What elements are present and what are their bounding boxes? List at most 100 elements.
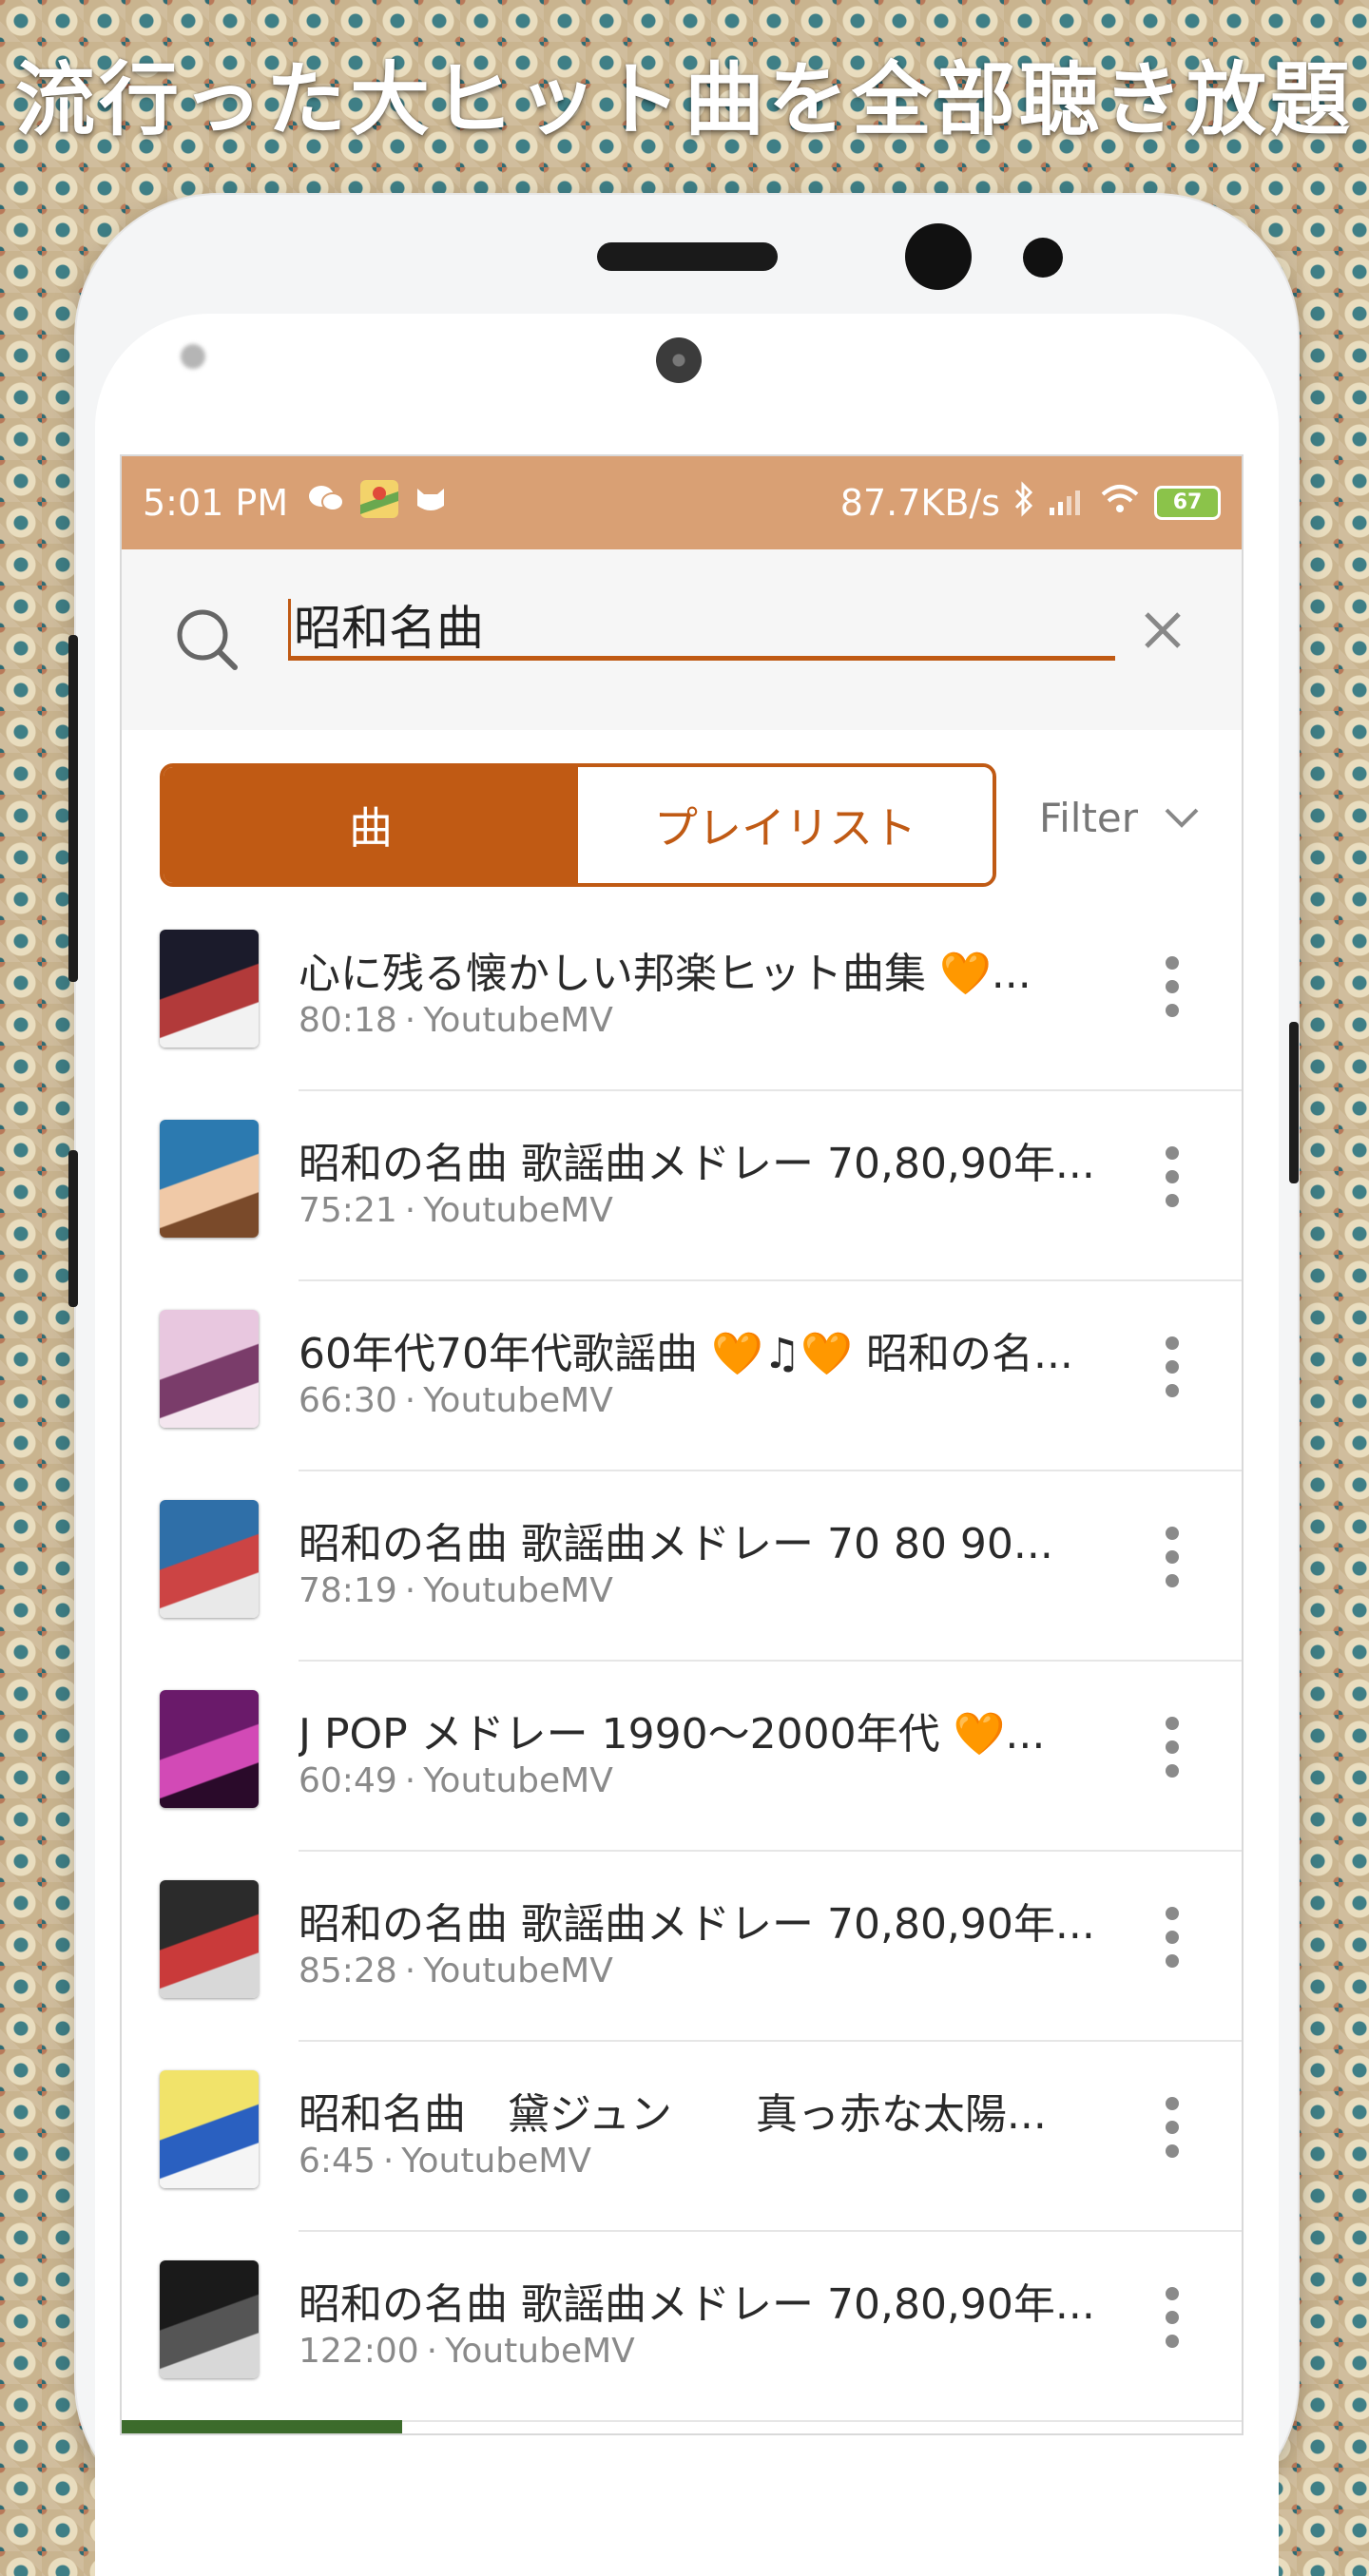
status-right: 87.7KB/s 67 [839, 480, 1221, 526]
track-duration: 85:28 [299, 1951, 397, 1990]
track-duration: 122:00 [299, 2332, 419, 2371]
battery-icon: 67 [1154, 486, 1221, 520]
track-title: 心に残る懐かしい邦楽ヒット曲集 🧡... [299, 950, 1032, 998]
track-duration: 6:45 [299, 2142, 376, 2181]
phone-camera-icon [905, 223, 972, 290]
track-meta: 78:19 · YoutubeMV [299, 1571, 613, 1610]
track-meta: 6:45 · YoutubeMV [299, 2142, 591, 2181]
meta-separator: · [426, 2332, 438, 2371]
maps-icon [358, 478, 400, 529]
track-source: YoutubeMV [423, 1761, 613, 1800]
track-source: YoutubeMV [423, 1571, 613, 1610]
track-title: 昭和の名曲 歌謡曲メドレー 70,80,90年... [299, 1140, 1095, 1188]
track-duration: 75:21 [299, 1191, 397, 1230]
power-button [68, 1150, 78, 1307]
list-item[interactable]: 昭和の名曲 歌謡曲メドレー 70,80,90年... 75:21 · YoutubeM… [122, 1091, 1242, 1281]
wechat-icon [307, 483, 345, 524]
track-source: YoutubeMV [423, 1191, 613, 1230]
text-caret [288, 599, 291, 656]
track-title: J POP メドレー 1990～2000年代 🧡... [299, 1710, 1046, 1759]
meta-separator: · [404, 1571, 416, 1610]
track-title: 昭和名曲 黛ジュン 真っ赤な太陽... [299, 2090, 1047, 2139]
signal-icon [1048, 482, 1086, 524]
more-options-icon[interactable] [1163, 2284, 1182, 2351]
network-speed: 87.7KB/s [839, 482, 1000, 524]
track-source: YoutubeMV [401, 2142, 591, 2181]
list-item[interactable]: 昭和名曲 黛ジュン 真っ赤な太陽... 6:45 · YoutubeMV [122, 2042, 1242, 2232]
bluetooth-icon [1013, 480, 1034, 526]
track-meta: 60:49 · YoutubeMV [299, 1761, 613, 1800]
track-thumbnail [160, 1310, 259, 1428]
track-thumbnail [160, 930, 259, 1048]
track-duration: 66:30 [299, 1381, 397, 1420]
next-thumbnail-peek [122, 2420, 402, 2433]
close-icon[interactable] [1139, 606, 1186, 654]
track-thumbnail [160, 1500, 259, 1618]
tabs-row: 曲 プレイリスト Filter [122, 730, 1242, 901]
promo-headline: 流行った大ヒット曲を全部聴き放題 [14, 53, 1354, 146]
chevron-down-icon [1165, 808, 1199, 828]
track-list: 心に残る懐かしい邦楽ヒット曲集 🧡... 80:18 · YoutubeMV 昭和の名曲… [122, 901, 1242, 2422]
more-options-icon[interactable] [1163, 953, 1182, 1020]
track-title: 昭和の名曲 歌謡曲メドレー 70 80 90... [299, 1520, 1053, 1568]
track-title: 昭和の名曲 歌謡曲メドレー 70,80,90年... [299, 1900, 1095, 1949]
search-icon[interactable] [174, 606, 241, 673]
search-input[interactable] [288, 592, 1115, 661]
filter-button[interactable]: Filter [1039, 795, 1201, 841]
meta-separator: · [404, 1951, 416, 1990]
segmented-tabs: 曲 プレイリスト [160, 763, 996, 887]
track-duration: 78:19 [299, 1571, 397, 1610]
track-duration: 80:18 [299, 1001, 397, 1040]
track-meta: 75:21 · YoutubeMV [299, 1191, 613, 1230]
meta-separator: · [404, 1191, 416, 1230]
search-bar [122, 549, 1242, 730]
meta-separator: · [404, 1001, 416, 1040]
track-thumbnail [160, 2070, 259, 2188]
track-duration: 60:49 [299, 1761, 397, 1800]
list-item[interactable]: 昭和の名曲 歌謡曲メドレー 70 80 90... 78:19 · YoutubeMV [122, 1471, 1242, 1662]
more-options-icon[interactable] [1163, 1904, 1182, 1970]
more-options-icon[interactable] [1163, 1714, 1182, 1780]
more-options-icon[interactable] [1163, 1524, 1182, 1590]
row-divider [299, 2420, 1242, 2422]
more-options-icon[interactable] [1163, 1334, 1182, 1400]
list-item[interactable]: 心に残る懐かしい邦楽ヒット曲集 🧡... 80:18 · YoutubeMV [122, 901, 1242, 1091]
list-item[interactable]: 昭和の名曲 歌謡曲メドレー 70,80,90年... 85:28 · YoutubeM… [122, 1852, 1242, 2042]
meta-separator: · [404, 1381, 416, 1420]
track-meta: 80:18 · YoutubeMV [299, 1001, 613, 1040]
status-bar: 5:01 PM 87.7KB/s 67 [122, 456, 1242, 549]
track-meta: 122:00 · YoutubeMV [299, 2332, 635, 2371]
volume-button [68, 635, 78, 982]
track-thumbnail [160, 1880, 259, 1998]
meta-separator: · [382, 2142, 395, 2181]
phone-sensor-icon [1023, 238, 1063, 278]
side-button [1289, 1022, 1299, 1183]
track-source: YoutubeMV [423, 1381, 613, 1420]
track-source: YoutubeMV [423, 1001, 613, 1040]
track-title: 60年代70年代歌謡曲 🧡♫🧡 昭和の名... [299, 1330, 1073, 1378]
meta-separator: · [404, 1761, 416, 1800]
filter-label: Filter [1039, 795, 1139, 841]
track-meta: 85:28 · YoutubeMV [299, 1951, 613, 1990]
tab-songs[interactable]: 曲 [164, 767, 578, 883]
more-options-icon[interactable] [1163, 2094, 1182, 2161]
track-source: YoutubeMV [445, 2332, 635, 2371]
more-options-icon[interactable] [1163, 1144, 1182, 1210]
track-thumbnail [160, 1120, 259, 1238]
status-time: 5:01 PM [143, 482, 289, 524]
tab-playlists[interactable]: プレイリスト [578, 767, 993, 883]
cat-icon [414, 483, 448, 524]
list-item[interactable]: 60年代70年代歌謡曲 🧡♫🧡 昭和の名... 66:30 · YoutubeMV [122, 1281, 1242, 1471]
list-item[interactable]: 昭和の名曲 歌謡曲メドレー 70,80,90年... 122:00 · Youtube… [122, 2232, 1242, 2422]
track-thumbnail [160, 1690, 259, 1808]
app-screen: 5:01 PM 87.7KB/s 67 昭和名曲 曲 プレイリスト Filter… [122, 456, 1242, 2433]
track-meta: 66:30 · YoutubeMV [299, 1381, 613, 1420]
list-item[interactable]: J POP メドレー 1990～2000年代 🧡... 60:49 · Youtube… [122, 1662, 1242, 1852]
phone-speaker [597, 242, 778, 271]
track-source: YoutubeMV [423, 1951, 613, 1990]
track-title: 昭和の名曲 歌謡曲メドレー 70,80,90年... [299, 2280, 1095, 2329]
track-thumbnail [160, 2260, 259, 2378]
wifi-icon [1099, 482, 1141, 524]
front-camera-icon [656, 337, 702, 383]
proximity-sensor-icon [181, 344, 205, 369]
